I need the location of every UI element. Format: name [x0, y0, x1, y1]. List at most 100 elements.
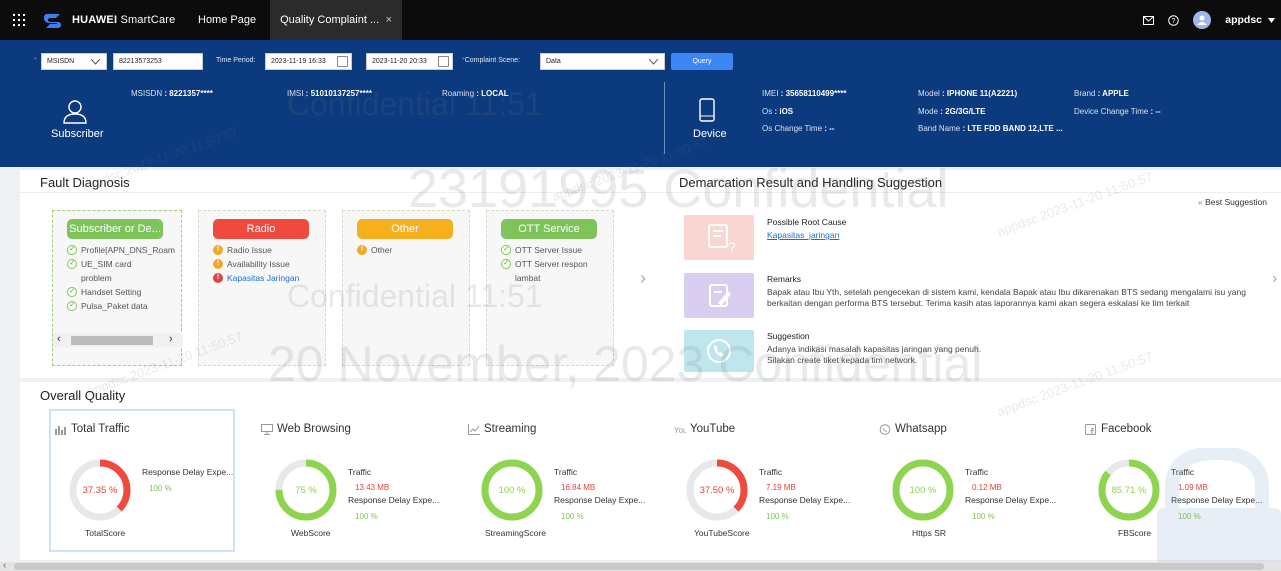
- start-time-input[interactable]: 2023-11-19 16:33: [265, 53, 352, 70]
- scroll-left-icon[interactable]: ‹: [3, 560, 6, 571]
- check-icon: ✓: [67, 301, 77, 311]
- complaint-scene-text: Complaint Scene:: [464, 57, 520, 64]
- user-name[interactable]: appdsc: [1225, 14, 1262, 26]
- svg-text:You: You: [674, 426, 686, 435]
- tab-facebook-label: Facebook: [1101, 423, 1152, 435]
- apps-grid-icon[interactable]: [0, 0, 38, 40]
- facebook-icon: [1085, 423, 1096, 435]
- delay-value: 100 %: [972, 512, 995, 521]
- help-icon[interactable]: ?: [1168, 14, 1180, 26]
- divider: [660, 192, 1281, 193]
- check-icon: ✓: [67, 245, 77, 255]
- fault-item-label: OTT Server respon lambat: [515, 259, 588, 283]
- fault-item: ✓ UE_SIM card problem: [67, 257, 177, 285]
- remarks-block: Remarks Bapak atau Ibu Yth, setelah peng…: [767, 274, 1267, 309]
- scrollbar-thumb[interactable]: [71, 336, 153, 345]
- delay-value: 100 %: [355, 512, 378, 521]
- best-suggestion-link[interactable]: « Best Suggestion: [1198, 197, 1267, 207]
- document-question-icon: ?: [708, 224, 736, 255]
- score-label: Https SR: [912, 528, 947, 538]
- fault-item: ! Radio Issue: [213, 243, 299, 257]
- youtube-icon: You: [674, 426, 686, 435]
- scrollbar-thumb[interactable]: [14, 563, 1264, 570]
- band-key: Band Name: [918, 124, 961, 133]
- caret-down-icon[interactable]: [1268, 17, 1275, 23]
- chevron-down-icon: [91, 59, 100, 65]
- os-info: Os : iOS: [762, 107, 794, 116]
- tab-whatsapp[interactable]: Whatsapp: [879, 423, 947, 435]
- tab-facebook[interactable]: Facebook: [1085, 423, 1152, 435]
- fault-item: ✓ Pulsa_Paket data: [67, 299, 177, 313]
- end-time-input[interactable]: 2023-11-20 20:33: [366, 53, 453, 70]
- close-tab-icon[interactable]: ×: [386, 14, 392, 26]
- tab-quality-complaint[interactable]: Quality Complaint ... ×: [270, 0, 403, 40]
- bar-chart-icon: [55, 425, 66, 435]
- os-key: Os: [762, 107, 773, 116]
- error-icon: !: [213, 273, 223, 283]
- fault-diagnosis-panel: Fault Diagnosis Subscriber or De... ✓ Pro…: [20, 170, 660, 378]
- msisdn-value: 8221357****: [169, 89, 213, 98]
- calendar-icon: [438, 56, 449, 67]
- suggestion-image: [684, 330, 754, 372]
- chevron-down-icon: [649, 59, 658, 65]
- scroll-right-icon[interactable]: ›: [169, 333, 173, 345]
- monitor-icon: [261, 423, 273, 435]
- app-logo[interactable]: HUAWEI SmartCare: [44, 11, 184, 29]
- root-cause-title: Possible Root Cause: [767, 217, 847, 227]
- model-info: Model : IPHONE 11(A2221): [918, 89, 1018, 98]
- fault-card-title: Subscriber or De...: [67, 219, 163, 239]
- brand-info: Brand : APPLE: [1074, 89, 1129, 98]
- demarcation-title: Demarcation Result and Handling Suggesti…: [679, 175, 943, 190]
- tab-home-page[interactable]: Home Page: [184, 0, 270, 40]
- mail-icon[interactable]: [1143, 15, 1155, 25]
- app-name-rest: SmartCare: [117, 14, 176, 26]
- score-percent: 37.35 %: [82, 484, 118, 496]
- device-change-key: Device Change Time: [1074, 107, 1149, 116]
- check-icon: ✓: [501, 259, 511, 269]
- fault-card-subscriber[interactable]: Subscriber or De... ✓ Profile[APN_DNS_Roa…: [52, 210, 183, 366]
- horizontal-scrollbar[interactable]: ‹: [0, 560, 1281, 571]
- fault-item[interactable]: ! Kapasitas Jaringan: [213, 271, 299, 285]
- device-icon: [699, 98, 715, 122]
- page: HUAWEI SmartCare Home Page Quality Compl…: [0, 0, 1281, 571]
- check-icon: ✓: [67, 259, 77, 269]
- svg-text:?: ?: [728, 239, 736, 255]
- remarks-image: [684, 273, 754, 318]
- imei-value: 35658110499****: [785, 89, 847, 98]
- score-donut: 75 %: [273, 457, 339, 523]
- edit-document-icon: [709, 284, 731, 307]
- id-type-select[interactable]: MSISDN: [41, 53, 107, 70]
- fault-item-label: Availability Issue: [227, 259, 290, 269]
- query-button[interactable]: Query: [671, 53, 733, 70]
- tab-youtube[interactable]: You YouTube: [674, 423, 735, 435]
- complaint-scene-select[interactable]: Data: [540, 53, 665, 70]
- root-cause-link[interactable]: Kapasitas_jaringan: [767, 230, 839, 240]
- quality-tabs: Total Traffic Web Browsing Streaming You…: [0, 423, 1281, 439]
- fault-item: ✓ Profile[APN_DNS_Roam: [67, 243, 177, 257]
- tab-web-browsing[interactable]: Web Browsing: [261, 423, 351, 435]
- msisdn-input[interactable]: 82213573253: [113, 53, 203, 70]
- fault-item: ! Other: [357, 243, 392, 257]
- fault-item-link[interactable]: Kapasitas Jaringan: [227, 271, 299, 285]
- tab-total-traffic[interactable]: Total Traffic: [55, 423, 130, 435]
- fault-card-other[interactable]: Other ! Other: [342, 210, 470, 366]
- os-value: iOS: [779, 107, 794, 116]
- fault-card-radio[interactable]: Radio ! Radio Issue ! Availability Issue !…: [198, 210, 326, 366]
- device-change-info: Device Change Time : --: [1074, 107, 1161, 116]
- calendar-icon: [337, 56, 348, 67]
- next-card-icon[interactable]: ›: [640, 268, 646, 289]
- traffic-label: Traffic: [965, 467, 989, 477]
- delay-value: 100 %: [561, 512, 584, 521]
- top-bar: HUAWEI SmartCare Home Page Quality Compl…: [0, 0, 1281, 40]
- tab-web-browsing-label: Web Browsing: [277, 423, 351, 435]
- tab-streaming[interactable]: Streaming: [468, 423, 536, 435]
- card-scrollbar[interactable]: ‹ ›: [53, 333, 183, 347]
- fault-item: ✓ Handset Setting: [67, 285, 177, 299]
- subscriber-label: Subscriber: [51, 128, 104, 140]
- double-chevron-left-icon: «: [1198, 197, 1203, 207]
- best-suggestion-label: Best Suggestion: [1205, 197, 1268, 207]
- scroll-left-icon[interactable]: ‹: [57, 333, 61, 345]
- user-avatar-icon[interactable]: [1193, 11, 1212, 29]
- next-suggestion-icon[interactable]: ›: [1272, 270, 1277, 288]
- fault-card-ott[interactable]: OTT Service ✓ OTT Server Issue ✓ OTT Serve…: [486, 210, 614, 366]
